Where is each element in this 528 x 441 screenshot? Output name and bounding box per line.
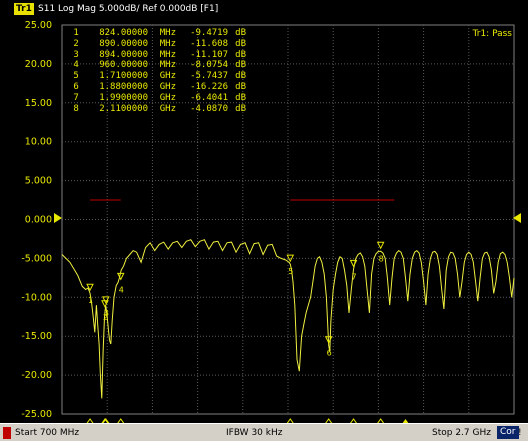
marker-db: dB bbox=[235, 49, 246, 60]
marker-db: dB bbox=[235, 81, 246, 92]
marker-value: -6.4041 bbox=[190, 92, 228, 103]
marker-row[interactable]: 4 960.00000 MHz -8.0754 dB bbox=[68, 60, 246, 71]
y-tick-label: 25.00 bbox=[25, 20, 52, 31]
marker-freq: 890.00000 bbox=[99, 38, 148, 49]
marker-num: 6 bbox=[68, 81, 79, 92]
y-tick-label: -25.00 bbox=[21, 409, 52, 420]
marker-db: dB bbox=[235, 71, 246, 82]
marker-freq: 894.00000 bbox=[99, 49, 148, 60]
marker-num: 2 bbox=[68, 38, 79, 49]
marker-3[interactable] bbox=[102, 296, 110, 305]
marker-4[interactable] bbox=[116, 272, 125, 281]
marker-db: dB bbox=[235, 60, 246, 71]
marker-label-8: 8 bbox=[379, 254, 384, 263]
trace-header: Tr1 S11 Log Mag 5.000dB/ Ref 0.000dB [F1… bbox=[0, 0, 528, 18]
marker-label-1: 1 bbox=[88, 296, 93, 305]
marker-num: 3 bbox=[68, 49, 79, 60]
marker-db: dB bbox=[235, 28, 246, 38]
trace-title[interactable]: S11 Log Mag 5.000dB/ Ref 0.000dB [F1] bbox=[38, 3, 218, 15]
marker-label-4: 4 bbox=[119, 285, 124, 294]
marker-row[interactable]: 8 2.1100000 GHz -4.0870 dB bbox=[68, 104, 246, 115]
marker-label-7: 7 bbox=[352, 272, 357, 281]
marker-num: 1 bbox=[68, 28, 79, 38]
marker-table: 1 824.00000 MHz -9.4719 dB 2 890.00000 MHz -11.… bbox=[68, 28, 246, 114]
start-frequency[interactable]: Start 700 MHz bbox=[15, 427, 79, 439]
marker-freq: 824.00000 bbox=[99, 28, 148, 38]
marker-row[interactable]: 2 890.00000 MHz -11.608 dB bbox=[68, 39, 246, 50]
ifbw-setting[interactable]: IFBW 30 kHz bbox=[226, 427, 282, 439]
status-bar: Start 700 MHz IFBW 30 kHz Stop 2.7 GHz C… bbox=[0, 423, 528, 441]
y-tick-label: 0.000 bbox=[25, 215, 52, 226]
y-tick-label: -10.00 bbox=[21, 292, 52, 303]
y-tick-labels: 25.00 20.00 15.00 10.00 5.000 0.000 -5.000 -10.… bbox=[21, 20, 52, 420]
marker-db: dB bbox=[235, 92, 246, 103]
stop-frequency[interactable]: Stop 2.7 GHz bbox=[432, 427, 491, 439]
marker-label-6: 6 bbox=[327, 349, 332, 358]
marker-value: -5.7437 bbox=[190, 71, 228, 82]
marker-freq: 1.7100000 bbox=[99, 71, 148, 82]
marker-value: -11.608 bbox=[190, 38, 228, 49]
marker-value: -4.0870 bbox=[190, 103, 228, 114]
marker-7[interactable] bbox=[349, 259, 358, 268]
marker-num: 5 bbox=[68, 71, 79, 82]
y-tick-label: -5.000 bbox=[21, 253, 52, 264]
status-indicator bbox=[3, 427, 11, 439]
marker-unit: GHz bbox=[159, 71, 176, 82]
marker-freq: 1.8800000 bbox=[99, 81, 148, 92]
limit-test-result: Tr1: Pass bbox=[472, 29, 512, 39]
marker-label-3: 3 bbox=[104, 309, 109, 318]
marker-unit: MHz bbox=[159, 60, 176, 71]
marker-value: -11.107 bbox=[190, 49, 228, 60]
marker-db: dB bbox=[235, 38, 246, 49]
y-tick-label: -20.00 bbox=[21, 370, 52, 381]
marker-num: 4 bbox=[68, 60, 79, 71]
marker-unit: MHz bbox=[159, 38, 176, 49]
marker-1[interactable] bbox=[86, 283, 94, 292]
marker-freq: 960.00000 bbox=[99, 60, 148, 71]
marker-unit: GHz bbox=[159, 103, 176, 114]
marker-num: 7 bbox=[68, 92, 79, 103]
y-tick-label: -15.00 bbox=[21, 331, 52, 342]
marker-freq: 2.1100000 bbox=[99, 103, 148, 114]
marker-unit: MHz bbox=[159, 49, 176, 60]
marker-num: 8 bbox=[68, 103, 79, 114]
markers[interactable]: 12345678 bbox=[85, 241, 410, 423]
marker-unit: GHz bbox=[159, 92, 176, 103]
marker-row[interactable]: 1 824.00000 MHz -9.4719 dB bbox=[68, 28, 246, 39]
y-tick-label: 10.00 bbox=[25, 137, 52, 148]
marker-row[interactable]: 6 1.8800000 GHz -16.226 dB bbox=[68, 82, 246, 93]
ref-level-left-arrow[interactable] bbox=[54, 213, 62, 223]
y-tick-label: 15.00 bbox=[25, 98, 52, 109]
correction-badge[interactable]: Cor bbox=[497, 426, 519, 439]
marker-row[interactable]: 7 1.9900000 GHz -6.4041 dB bbox=[68, 93, 246, 104]
marker-label-5: 5 bbox=[288, 267, 293, 276]
y-tick-label: 5.000 bbox=[25, 176, 52, 187]
marker-value: -16.226 bbox=[190, 81, 228, 92]
warning-indicator: ! bbox=[518, 428, 522, 438]
y-tick-label: 20.00 bbox=[25, 59, 52, 70]
marker-row[interactable]: 3 894.00000 MHz -11.107 dB bbox=[68, 50, 246, 61]
marker-unit: MHz bbox=[159, 28, 176, 38]
marker-freq: 1.9900000 bbox=[99, 92, 148, 103]
marker-unit: GHz bbox=[159, 81, 176, 92]
marker-value: -8.0754 bbox=[190, 60, 228, 71]
marker-value: -9.4719 bbox=[190, 28, 228, 38]
marker-db: dB bbox=[235, 103, 246, 114]
marker-row[interactable]: 5 1.7100000 GHz -5.7437 dB bbox=[68, 71, 246, 82]
trace-badge[interactable]: Tr1 bbox=[14, 3, 34, 15]
